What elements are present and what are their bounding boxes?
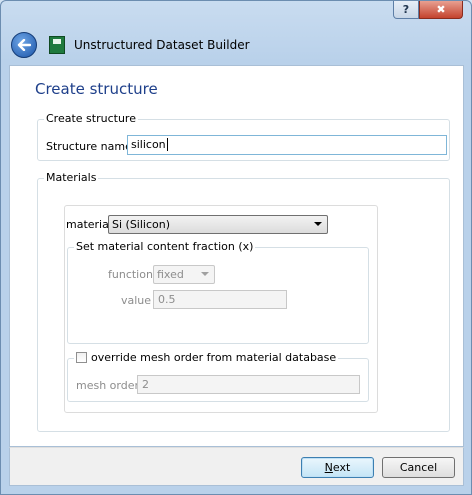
function-select-value: fixed xyxy=(157,268,184,281)
function-label: function xyxy=(108,268,153,281)
close-icon: ✖ xyxy=(436,3,446,16)
dialog-window: ? ✖ Unstructured Dataset Builder Create … xyxy=(0,0,472,495)
wizard-page: Create structure Create structure Struct… xyxy=(9,65,464,447)
wizard-nav-bar: Unstructured Dataset Builder xyxy=(9,29,464,61)
mesh-order-label: mesh order xyxy=(76,379,140,392)
create-structure-group: Create structure Structure name silicon xyxy=(37,112,450,161)
help-button[interactable]: ? xyxy=(393,1,419,19)
app-icon xyxy=(49,36,65,54)
dialog-footer: Next Cancel xyxy=(9,447,464,486)
next-button-mnemonic: N xyxy=(324,461,333,474)
structure-name-label: Structure name xyxy=(46,140,132,153)
chevron-down-icon xyxy=(201,272,209,276)
close-button[interactable]: ✖ xyxy=(419,1,463,19)
value-input[interactable]: 0.5 xyxy=(153,290,287,309)
cancel-button-label: Cancel xyxy=(399,461,438,474)
create-structure-group-title: Create structure xyxy=(44,112,138,125)
materials-group-title: Materials xyxy=(44,171,99,184)
window-title: Unstructured Dataset Builder xyxy=(74,38,250,52)
override-mesh-order-label[interactable]: override mesh order from material databa… xyxy=(91,351,336,364)
material-settings-panel: material Si (Silicon) Set material conte… xyxy=(64,205,378,413)
material-label: material xyxy=(66,218,112,231)
material-fraction-group: Set material content fraction (x) functi… xyxy=(67,240,369,344)
override-mesh-order-checkbox[interactable] xyxy=(76,352,87,363)
next-button-label: ext xyxy=(332,461,351,474)
page-heading: Create structure xyxy=(35,80,158,98)
material-select-value: Si (Silicon) xyxy=(112,218,171,231)
title-bar-buttons: ? ✖ xyxy=(393,1,463,19)
back-arrow-icon xyxy=(17,39,31,51)
material-select[interactable]: Si (Silicon) xyxy=(108,215,328,234)
structure-name-input[interactable]: silicon xyxy=(127,135,447,155)
mesh-order-input[interactable]: 2 xyxy=(137,375,360,394)
cancel-button[interactable]: Cancel xyxy=(382,457,455,478)
structure-name-value: silicon xyxy=(131,138,166,151)
mesh-order-group: override mesh order from material databa… xyxy=(67,351,369,402)
mesh-override-title: override mesh order from material databa… xyxy=(74,351,339,364)
next-button[interactable]: Next xyxy=(301,457,374,478)
value-input-value: 0.5 xyxy=(158,293,176,306)
function-select[interactable]: fixed xyxy=(153,265,215,284)
mesh-order-value: 2 xyxy=(142,378,149,391)
value-label: value xyxy=(121,294,152,307)
back-button[interactable] xyxy=(11,32,37,58)
material-fraction-group-title: Set material content fraction (x) xyxy=(74,240,256,253)
materials-group: Materials material Si (Silicon) Set mate… xyxy=(37,171,450,432)
chevron-down-icon xyxy=(314,222,322,226)
